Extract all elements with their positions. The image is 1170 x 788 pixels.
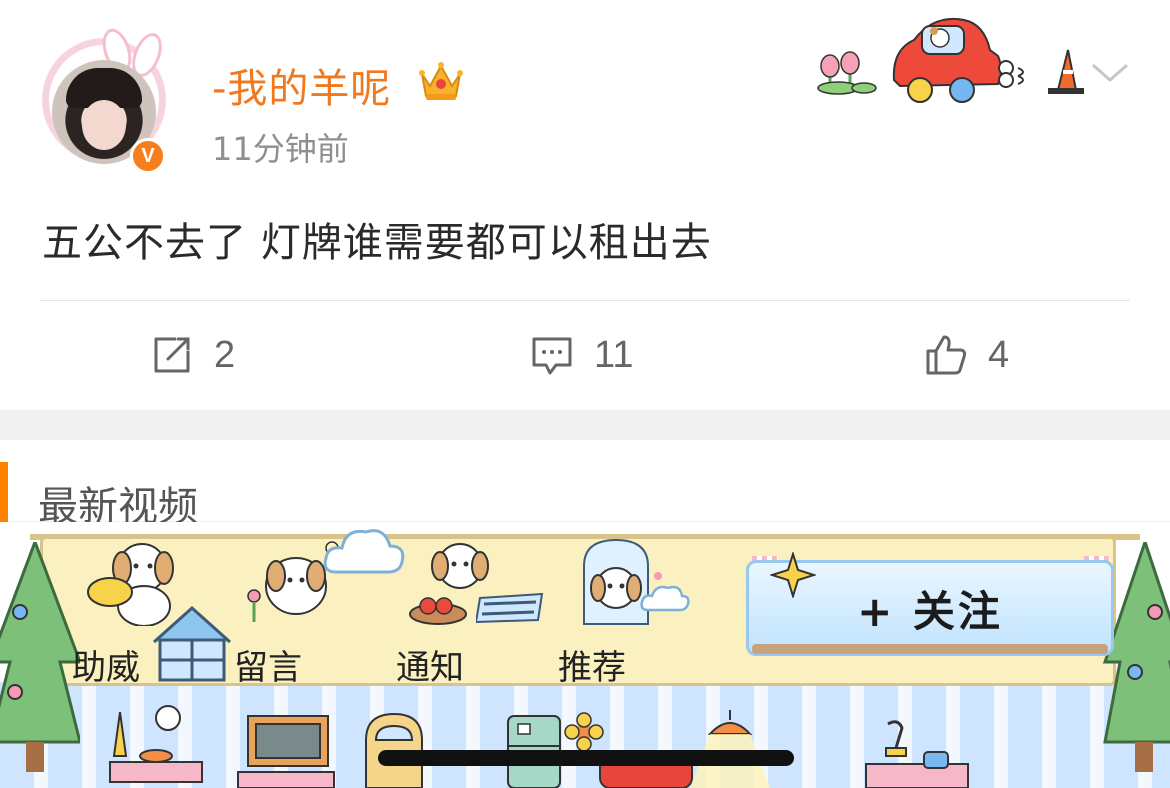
- door-icon: [365, 712, 423, 788]
- comment-icon: [532, 337, 572, 375]
- window-sill: [752, 644, 1108, 654]
- repost-icon: [154, 337, 190, 373]
- crown-icon: [419, 62, 463, 100]
- star-icon: [770, 552, 816, 598]
- like-icon: [926, 335, 967, 375]
- menu-message-label: 留言: [234, 648, 302, 688]
- home-indicator[interactable]: [378, 750, 794, 766]
- section-gap: [0, 410, 1170, 440]
- like-button[interactable]: 4: [924, 330, 1009, 380]
- car-decoration-icon: [817, 18, 1084, 103]
- avatar[interactable]: V: [34, 25, 174, 174]
- menu-recommend-label: 推荐: [558, 648, 626, 688]
- repost-button[interactable]: 2: [150, 330, 235, 380]
- latest-videos-section: 最新视频: [0, 440, 1170, 530]
- lamp-icon: [690, 710, 770, 788]
- cloud-icon: [640, 585, 690, 612]
- tv-icon: [237, 715, 335, 788]
- section-accent-bar: [0, 462, 8, 522]
- post-time: 11分钟前: [212, 130, 349, 168]
- chevron-down-icon[interactable]: [1090, 58, 1130, 88]
- fan-banner: 助威 留言 通知 推荐 + 关注: [0, 522, 1170, 788]
- follow-button-label: + 关注: [857, 586, 1003, 636]
- blanket-icon: [476, 592, 544, 624]
- menu-notify-label: 通知: [396, 648, 464, 688]
- post-content: 五公不去了 灯牌谁需要都可以租出去: [42, 220, 712, 266]
- comment-count: 11: [594, 333, 634, 376]
- verified-badge-icon: V: [130, 138, 166, 174]
- house-window-icon: [152, 605, 232, 682]
- desk-icon: [865, 720, 969, 788]
- like-count: 4: [988, 333, 1010, 376]
- repost-count: 2: [214, 333, 236, 376]
- divider: [40, 300, 1130, 301]
- post-card: V -我的羊呢 11分钟前 五公不去了 灯牌谁需要都可以租出去 2 11 4: [0, 0, 1170, 410]
- cloud-icon: [323, 529, 405, 574]
- dining-table-icon: [109, 705, 203, 783]
- tree-icon: [0, 542, 80, 772]
- username[interactable]: -我的羊呢: [212, 56, 391, 114]
- comment-button[interactable]: 11: [530, 330, 633, 380]
